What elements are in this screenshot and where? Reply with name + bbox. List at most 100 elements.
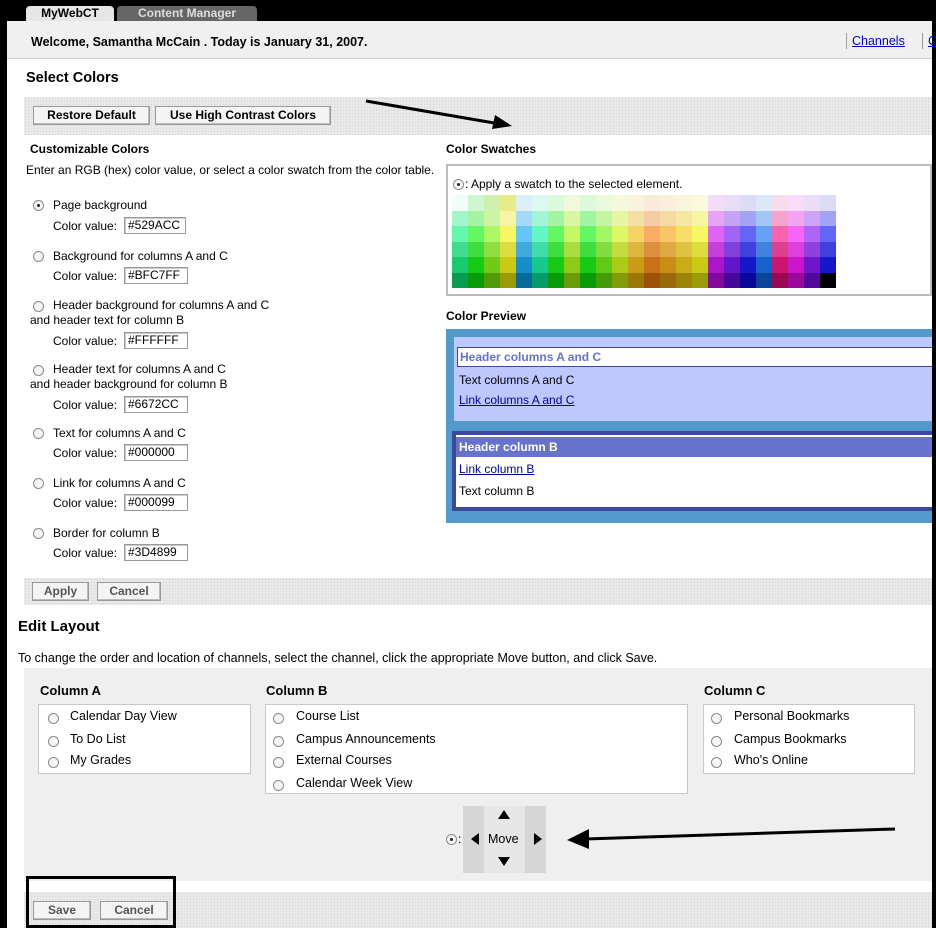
channel-radio[interactable]	[48, 713, 59, 724]
color-swatch[interactable]	[644, 195, 660, 211]
color-swatch[interactable]	[612, 195, 628, 211]
apply-button[interactable]: Apply	[32, 582, 89, 601]
color-swatch[interactable]	[660, 257, 676, 273]
color-swatch[interactable]	[676, 195, 692, 211]
color-swatch[interactable]	[740, 241, 756, 257]
color-swatch[interactable]	[468, 257, 484, 273]
color-swatch[interactable]	[548, 226, 564, 242]
color-swatch[interactable]	[516, 195, 532, 211]
move-right-icon[interactable]	[534, 833, 542, 845]
color-swatch[interactable]	[820, 226, 836, 242]
color-swatch[interactable]	[788, 272, 804, 288]
color-swatch[interactable]	[724, 195, 740, 211]
color-value-field[interactable]: #6672CC	[124, 396, 188, 413]
color-swatch[interactable]	[532, 226, 548, 242]
channel-radio[interactable]	[273, 713, 284, 724]
color-swatch[interactable]	[548, 195, 564, 211]
color-swatch[interactable]	[756, 210, 772, 226]
color-swatch[interactable]	[708, 241, 724, 257]
color-swatch[interactable]	[468, 272, 484, 288]
color-value-field[interactable]: #3D4899	[124, 544, 188, 561]
color-swatch[interactable]	[532, 272, 548, 288]
radio-header-background-ac[interactable]	[33, 301, 44, 312]
color-swatch[interactable]	[708, 226, 724, 242]
color-swatch[interactable]	[452, 226, 468, 242]
color-swatch[interactable]	[644, 257, 660, 273]
color-swatch[interactable]	[660, 226, 676, 242]
color-value-field[interactable]: #000000	[124, 444, 188, 461]
color-swatch[interactable]	[484, 272, 500, 288]
color-swatch[interactable]	[580, 210, 596, 226]
color-swatch[interactable]	[612, 257, 628, 273]
color-swatch[interactable]	[500, 241, 516, 257]
color-swatch[interactable]	[788, 210, 804, 226]
color-swatch[interactable]	[692, 257, 708, 273]
color-swatch[interactable]	[532, 241, 548, 257]
color-swatch[interactable]	[804, 272, 820, 288]
color-swatch[interactable]	[708, 257, 724, 273]
color-swatch[interactable]	[756, 226, 772, 242]
color-swatch[interactable]	[820, 210, 836, 226]
color-swatch[interactable]	[708, 272, 724, 288]
color-swatch[interactable]	[468, 226, 484, 242]
color-swatch[interactable]	[612, 226, 628, 242]
channel-radio[interactable]	[711, 757, 722, 768]
color-swatch[interactable]	[692, 241, 708, 257]
radio-link-ac[interactable]	[33, 478, 44, 489]
radio-background-ac[interactable]	[33, 251, 44, 262]
radio-header-text-ac[interactable]	[33, 365, 44, 376]
color-swatch[interactable]	[724, 210, 740, 226]
color-swatch[interactable]	[628, 195, 644, 211]
radio-border-b[interactable]	[33, 528, 44, 539]
color-swatch[interactable]	[628, 257, 644, 273]
color-swatch[interactable]	[596, 272, 612, 288]
color-swatch[interactable]	[772, 210, 788, 226]
color-swatch[interactable]	[660, 195, 676, 211]
color-swatch[interactable]	[612, 272, 628, 288]
color-swatch[interactable]	[580, 257, 596, 273]
color-swatch[interactable]	[484, 226, 500, 242]
color-swatch[interactable]	[788, 257, 804, 273]
truncated-link[interactable]: C	[928, 34, 936, 48]
move-up-icon[interactable]	[498, 810, 510, 819]
color-swatch[interactable]	[628, 210, 644, 226]
color-swatch[interactable]	[500, 195, 516, 211]
color-swatch[interactable]	[708, 195, 724, 211]
color-swatch[interactable]	[804, 257, 820, 273]
color-swatch[interactable]	[548, 241, 564, 257]
color-swatch[interactable]	[612, 241, 628, 257]
color-swatch[interactable]	[452, 195, 468, 211]
color-swatch[interactable]	[660, 210, 676, 226]
color-value-field[interactable]: #529ACC	[124, 217, 186, 234]
color-swatch[interactable]	[788, 241, 804, 257]
tab-content-manager[interactable]: Content Manager	[117, 6, 257, 21]
cancel-colors-button[interactable]: Cancel	[97, 582, 161, 601]
color-swatch[interactable]	[500, 257, 516, 273]
color-swatch[interactable]	[724, 272, 740, 288]
color-swatch[interactable]	[804, 226, 820, 242]
color-swatch[interactable]	[740, 257, 756, 273]
color-swatch[interactable]	[692, 210, 708, 226]
swatch-radio[interactable]	[453, 179, 464, 190]
color-swatch[interactable]	[612, 210, 628, 226]
high-contrast-button[interactable]: Use High Contrast Colors	[155, 106, 331, 125]
color-swatch[interactable]	[644, 241, 660, 257]
color-swatch[interactable]	[452, 241, 468, 257]
channel-radio[interactable]	[711, 713, 722, 724]
color-swatch[interactable]	[740, 272, 756, 288]
color-value-field[interactable]: #BFC7FF	[124, 267, 188, 284]
color-swatch[interactable]	[580, 195, 596, 211]
color-swatch[interactable]	[676, 210, 692, 226]
color-swatch[interactable]	[676, 272, 692, 288]
color-swatch[interactable]	[772, 226, 788, 242]
color-swatch[interactable]	[596, 241, 612, 257]
color-swatch[interactable]	[516, 226, 532, 242]
color-swatch[interactable]	[516, 272, 532, 288]
color-swatch[interactable]	[564, 272, 580, 288]
channel-radio[interactable]	[48, 757, 59, 768]
color-value-field[interactable]: #000099	[124, 494, 188, 511]
color-swatch[interactable]	[484, 257, 500, 273]
color-swatch[interactable]	[548, 272, 564, 288]
color-swatch[interactable]	[596, 210, 612, 226]
color-swatch[interactable]	[644, 272, 660, 288]
